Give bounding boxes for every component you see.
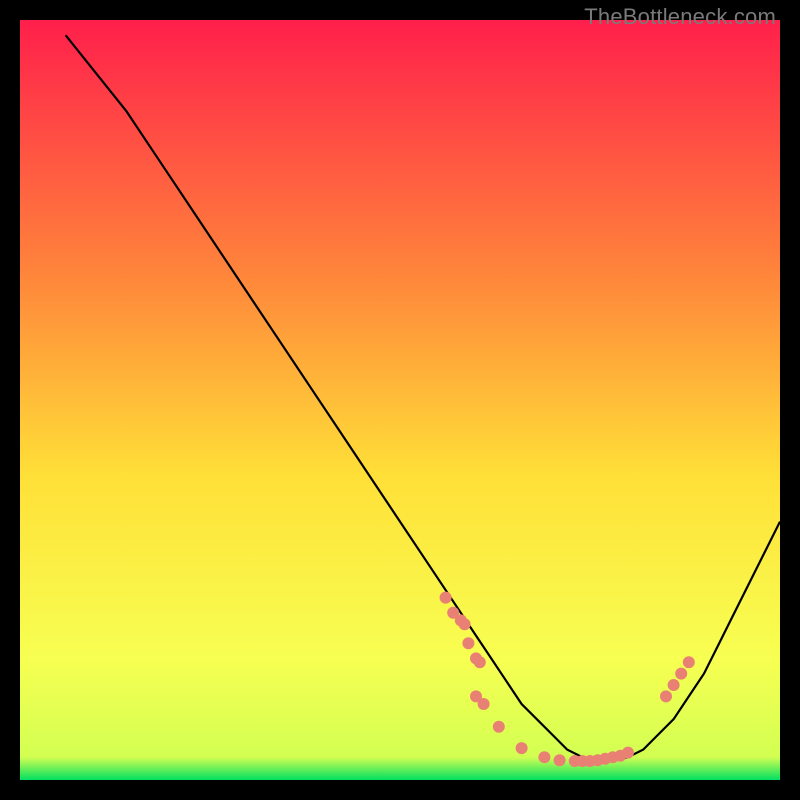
data-dot: [538, 751, 550, 763]
gradient-background: [20, 20, 780, 780]
bottleneck-chart: [20, 20, 780, 780]
data-dot: [440, 592, 452, 604]
plot-area: [20, 20, 780, 780]
data-dot: [474, 656, 486, 668]
data-dot: [493, 721, 505, 733]
data-dot: [660, 690, 672, 702]
data-dot: [459, 618, 471, 630]
data-dot: [668, 679, 680, 691]
data-dot: [683, 656, 695, 668]
watermark-text: TheBottleneck.com: [584, 4, 776, 30]
data-dot: [622, 747, 634, 759]
data-dot: [462, 637, 474, 649]
data-dot: [554, 754, 566, 766]
data-dot: [516, 742, 528, 754]
chart-frame: [20, 20, 780, 780]
data-dot: [478, 698, 490, 710]
data-dot: [675, 668, 687, 680]
